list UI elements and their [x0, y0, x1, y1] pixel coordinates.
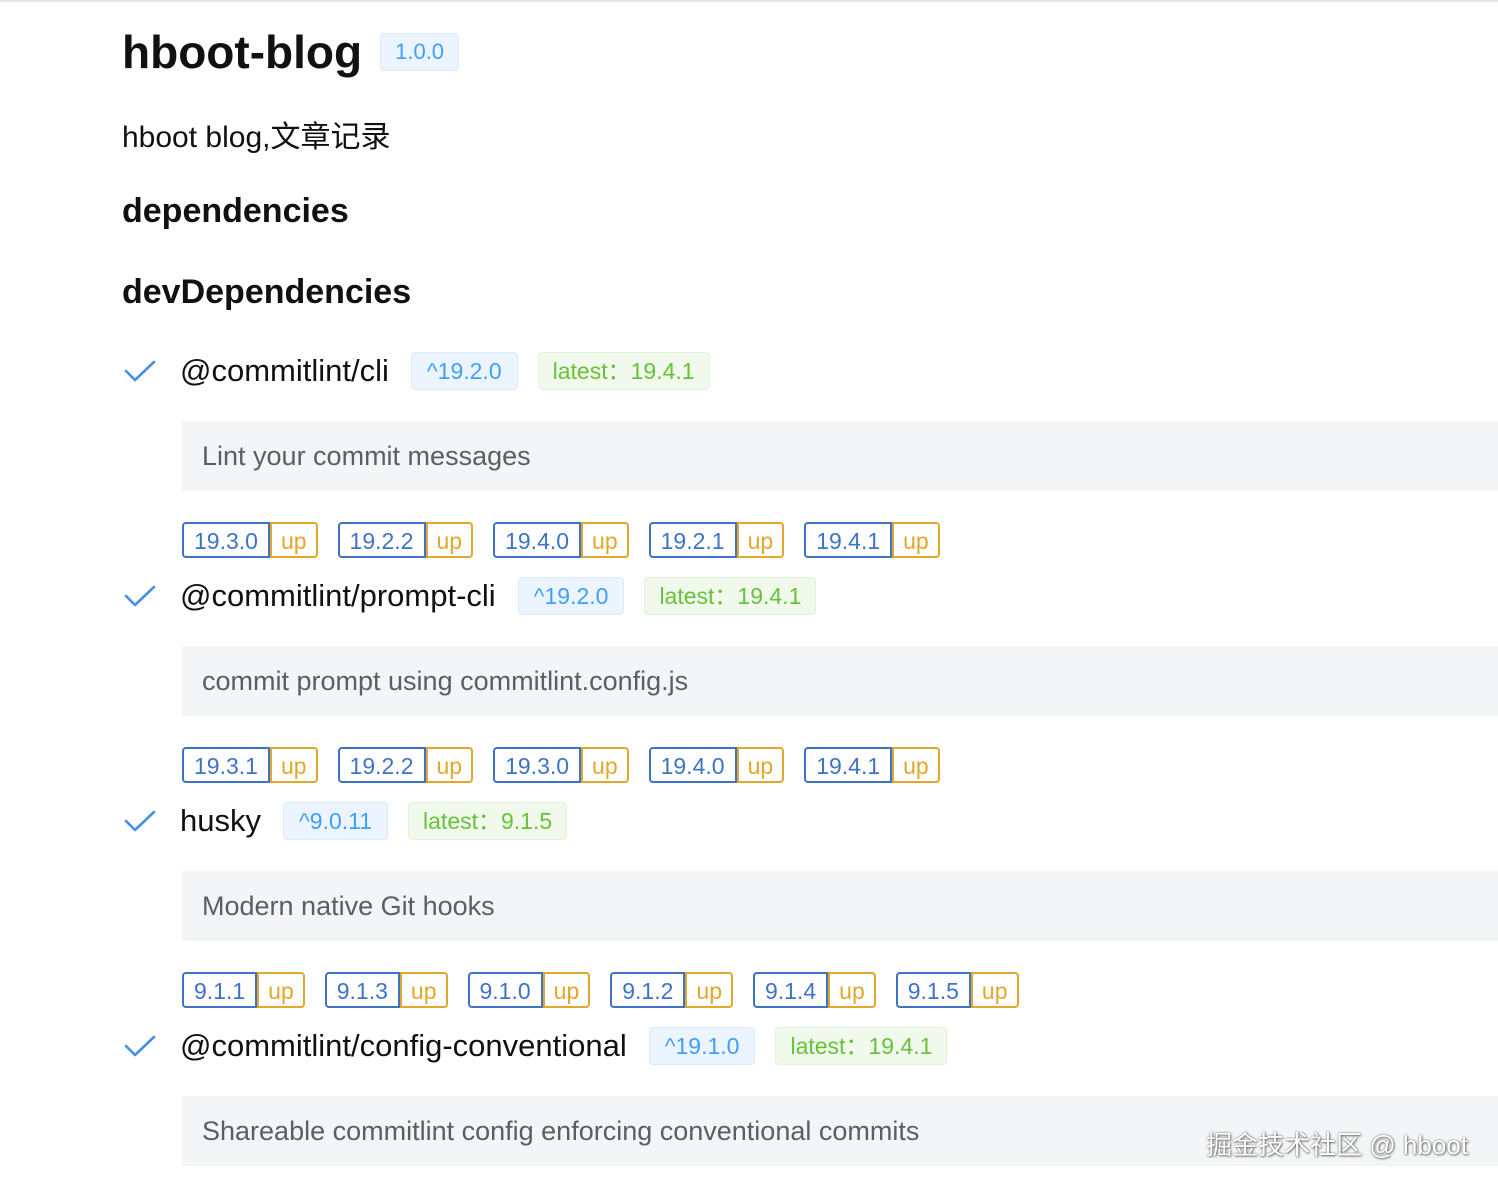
app-version-badge: 1.0.0	[380, 33, 460, 71]
upgrade-option: 19.3.0 up	[493, 747, 629, 783]
upgrade-version: 19.2.2	[337, 522, 426, 558]
upgrade-up-button[interactable]: up	[736, 747, 785, 783]
check-icon	[122, 576, 162, 616]
current-version-tag: ^9.0.11	[282, 802, 389, 840]
upgrade-option: 9.1.0 up	[467, 972, 591, 1008]
package-name: @commitlint/prompt-cli	[180, 578, 496, 613]
upgrade-up-button[interactable]: up	[970, 972, 1019, 1008]
upgrade-up-button[interactable]: up	[828, 972, 876, 1008]
latest-version-tag: latest：19.4.1	[537, 352, 710, 390]
upgrade-version: 9.1.2	[610, 972, 686, 1008]
upgrade-version: 9.1.5	[895, 972, 971, 1008]
upgrade-up-button[interactable]: up	[581, 747, 629, 783]
upgrade-option: 19.4.0 up	[648, 747, 785, 783]
upgrade-up-button[interactable]: up	[542, 972, 591, 1008]
current-version-tag: ^19.2.0	[517, 577, 625, 615]
upgrade-option: 19.4.1 up	[804, 747, 940, 783]
latest-version-tag: latest：19.4.1	[644, 577, 817, 615]
package-description: Lint your commit messages	[182, 421, 1498, 491]
package-name: @commitlint/config-conventional	[180, 1028, 627, 1063]
upgrade-up-button[interactable]: up	[736, 522, 785, 558]
package-header: @commitlint/cli ^19.2.0 latest：19.4.1	[122, 351, 710, 391]
upgrade-option: 19.2.2 up	[337, 522, 474, 558]
upgrade-version: 9.1.3	[324, 972, 400, 1008]
upgrade-up-button[interactable]: up	[425, 747, 474, 783]
upgrade-version: 9.1.0	[467, 972, 543, 1008]
upgrade-version: 9.1.4	[753, 972, 829, 1008]
upgrade-option: 19.3.1 up	[182, 747, 318, 783]
upgrade-option: 19.4.1 up	[804, 522, 940, 558]
package-description: Modern native Git hooks	[182, 871, 1498, 941]
upgrade-version: 19.3.0	[182, 522, 270, 558]
latest-version-tag: latest：19.4.1	[775, 1027, 948, 1065]
section-dependencies-heading: dependencies	[122, 192, 349, 230]
package-header: @commitlint/config-conventional ^19.1.0 …	[122, 1026, 948, 1066]
upgrade-option: 9.1.4 up	[753, 972, 876, 1008]
upgrade-list: 19.3.0 up 19.2.2 up 19.4.0 up 19.2.1 up …	[182, 522, 960, 558]
package-header: husky ^9.0.11 latest：9.1.5	[122, 801, 568, 841]
app-header: hboot-blog 1.0.0	[122, 22, 460, 82]
section-devdependencies-heading: devDependencies	[122, 273, 412, 311]
upgrade-up-button[interactable]: up	[257, 972, 305, 1008]
upgrade-option: 19.4.0 up	[493, 522, 629, 558]
check-icon	[122, 351, 162, 391]
current-version-tag: ^19.1.0	[648, 1027, 756, 1065]
upgrade-version: 19.3.0	[493, 747, 582, 783]
page-title: hboot-blog	[122, 26, 363, 78]
current-version-tag: ^19.2.0	[410, 352, 518, 390]
upgrade-version: 19.3.1	[182, 747, 270, 783]
upgrade-list: 19.3.1 up 19.2.2 up 19.3.0 up 19.4.0 up …	[182, 747, 960, 783]
upgrade-up-button[interactable]: up	[892, 747, 940, 783]
package-header: @commitlint/prompt-cli ^19.2.0 latest：19…	[122, 576, 817, 616]
package-name: husky	[180, 803, 261, 838]
upgrade-up-button[interactable]: up	[399, 972, 448, 1008]
upgrade-option: 9.1.2 up	[610, 972, 733, 1008]
package-name: @commitlint/cli	[180, 353, 389, 388]
check-icon	[122, 1026, 162, 1066]
package-description: commit prompt using commitlint.config.js	[182, 646, 1498, 716]
upgrade-option: 19.2.1 up	[648, 522, 785, 558]
top-divider	[0, 0, 1498, 2]
upgrade-up-button[interactable]: up	[269, 522, 318, 558]
upgrade-up-button[interactable]: up	[581, 522, 629, 558]
upgrade-option: 19.2.2 up	[337, 747, 474, 783]
upgrade-version: 19.2.1	[648, 522, 737, 558]
upgrade-up-button[interactable]: up	[425, 522, 474, 558]
upgrade-version: 19.4.0	[493, 522, 582, 558]
check-icon	[122, 801, 162, 841]
upgrade-option: 9.1.1 up	[182, 972, 305, 1008]
upgrade-option: 9.1.3 up	[324, 972, 448, 1008]
app-description: hboot blog,文章记录	[122, 121, 391, 154]
upgrade-version: 19.2.2	[337, 747, 426, 783]
upgrade-version: 19.4.1	[804, 522, 893, 558]
upgrade-list: 9.1.1 up 9.1.3 up 9.1.0 up 9.1.2 up 9.1.…	[182, 972, 1039, 1008]
upgrade-version: 19.4.1	[804, 747, 893, 783]
watermark: 掘金技术社区 @ hboot	[1206, 1130, 1468, 1160]
latest-version-tag: latest：9.1.5	[408, 802, 568, 840]
upgrade-up-button[interactable]: up	[685, 972, 733, 1008]
upgrade-option: 19.3.0 up	[182, 522, 318, 558]
upgrade-version: 9.1.1	[182, 972, 258, 1008]
upgrade-up-button[interactable]: up	[892, 522, 940, 558]
upgrade-option: 9.1.5 up	[895, 972, 1019, 1008]
upgrade-up-button[interactable]: up	[269, 747, 318, 783]
upgrade-version: 19.4.0	[648, 747, 737, 783]
